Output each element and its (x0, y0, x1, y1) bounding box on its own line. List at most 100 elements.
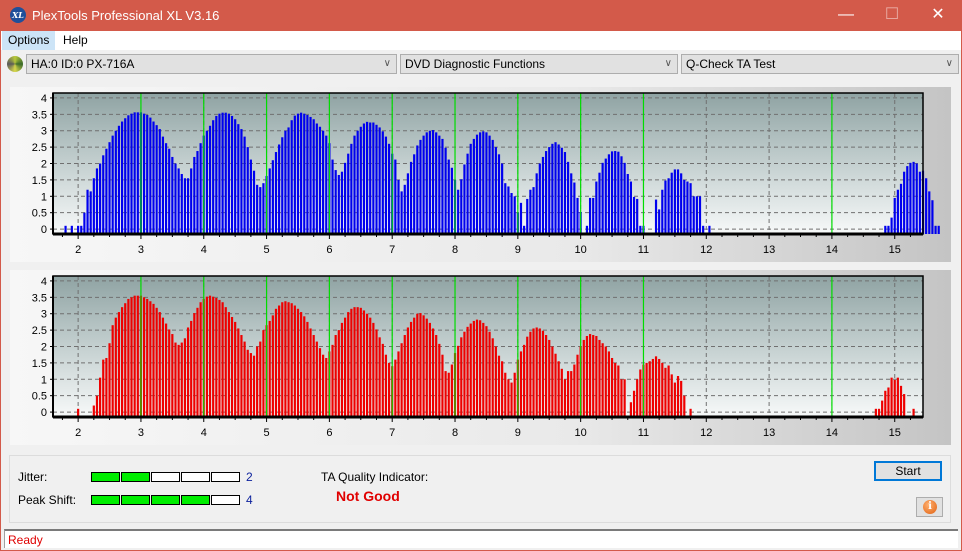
bar (535, 327, 538, 417)
bar (186, 327, 190, 417)
bar (541, 330, 545, 417)
status-bar: Ready (4, 529, 958, 548)
bar (485, 132, 488, 234)
bar (491, 338, 494, 417)
close-button[interactable]: ✕ (915, 0, 961, 31)
bar (695, 196, 698, 234)
bar (278, 144, 281, 234)
x-tick-label: 13 (763, 427, 775, 439)
test-select[interactable]: Q-Check TA Test ∨ (681, 54, 959, 74)
start-button[interactable]: Start (874, 461, 942, 481)
x-tick-label: 12 (700, 244, 712, 256)
bar (667, 365, 670, 417)
bar (654, 356, 658, 417)
bar (180, 173, 183, 234)
bar (120, 121, 124, 234)
bar (149, 301, 152, 417)
bar (240, 335, 243, 417)
bar (92, 178, 95, 234)
bar (607, 154, 611, 234)
bar (89, 191, 92, 234)
bar (281, 137, 284, 234)
bar (513, 196, 516, 234)
bar (325, 135, 328, 234)
bar (479, 320, 482, 417)
x-tick-label: 2 (75, 427, 81, 439)
y-tick-label: 3 (41, 126, 47, 138)
bar (212, 120, 215, 234)
ta-quality-label: TA Quality Indicator: (321, 470, 429, 484)
bar (161, 317, 165, 417)
bar (99, 377, 102, 417)
bar (142, 113, 146, 234)
bar (152, 303, 155, 417)
bottom-chart-panel: 0 0.5 1 1.5 2 2.5 3 3.5 4 2 3 4 5 6 7 8 9 10 11 12 13 14 15 (10, 270, 951, 445)
bar (460, 337, 463, 417)
bar (347, 312, 350, 417)
bar (636, 198, 639, 234)
drive-select[interactable]: HA:0 ID:0 PX-716A ∨ (26, 54, 397, 74)
bar (394, 359, 397, 417)
bar (403, 335, 406, 417)
bar (507, 186, 510, 234)
bar (529, 189, 532, 234)
bar (409, 161, 413, 234)
bar (620, 156, 623, 234)
bar (284, 130, 287, 234)
bar (884, 390, 887, 417)
bar (551, 346, 554, 417)
bar (246, 147, 249, 234)
bar (570, 371, 573, 417)
minimize-button[interactable]: — (823, 0, 869, 31)
maximize-button[interactable]: ☐ (869, 0, 915, 31)
bar (164, 323, 168, 417)
bar (256, 346, 259, 417)
bar (545, 151, 548, 234)
bar (519, 202, 523, 234)
bar (595, 336, 598, 417)
bar (554, 142, 557, 234)
bar (928, 191, 931, 234)
bar (312, 335, 315, 417)
bar (485, 326, 488, 417)
drive-select-value: HA:0 ID:0 PX-716A (31, 57, 135, 71)
y-tick-label: 3 (41, 309, 47, 321)
bar (86, 189, 89, 234)
bar (183, 178, 187, 234)
y-tick-label: 4 (41, 93, 47, 105)
bar (896, 377, 899, 417)
bar (350, 143, 353, 234)
bar (356, 307, 359, 417)
bar (146, 298, 149, 417)
bar (557, 361, 560, 417)
menu-options[interactable]: Options (2, 31, 56, 50)
bar (271, 160, 274, 234)
bar (340, 171, 344, 234)
bar (683, 395, 686, 417)
bar (526, 198, 529, 234)
bar (95, 168, 99, 234)
bar (300, 312, 303, 417)
bar (431, 130, 435, 234)
bar (331, 344, 334, 417)
peak-shift-meter (91, 495, 240, 505)
menu-help[interactable]: Help (57, 31, 94, 50)
bar (585, 336, 589, 417)
bar (416, 313, 419, 417)
bar (300, 112, 303, 234)
bar (218, 299, 221, 417)
bar (108, 343, 111, 417)
bar (604, 346, 607, 417)
x-tick-label: 12 (700, 427, 712, 439)
bar (588, 334, 592, 417)
bar (400, 343, 403, 417)
bar (538, 163, 541, 234)
meter-segment (211, 472, 240, 482)
bar (444, 147, 447, 234)
bar (601, 343, 604, 417)
info-button[interactable]: i (916, 497, 943, 517)
function-select[interactable]: DVD Diagnostic Functions ∨ (400, 54, 678, 74)
bar (111, 325, 114, 417)
bar (246, 349, 249, 417)
bar (632, 390, 636, 417)
